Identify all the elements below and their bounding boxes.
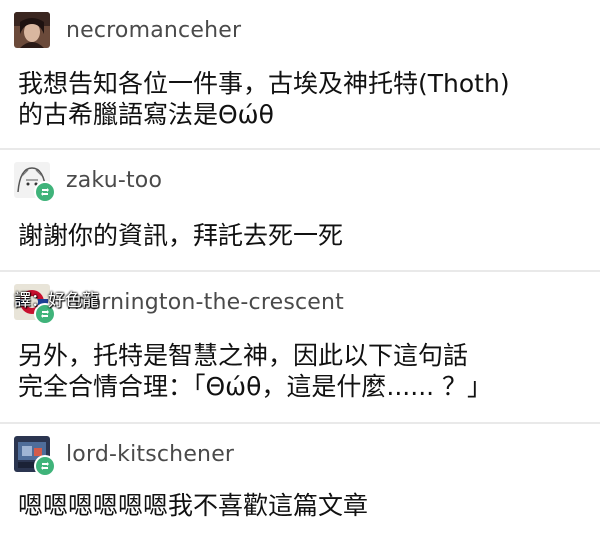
tumblr-thread: necromanceher 我想告知各位一件事，古埃及神托特(Thoth) 的古… xyxy=(0,0,600,538)
post-text: 另外，托特是智慧之神，因此以下這句話 完全合情合理：「Θώθ，這是什麼.....… xyxy=(18,341,493,401)
translator-watermark: 譯：好色龍 xyxy=(14,291,99,311)
post-1: necromanceher 我想告知各位一件事，古埃及神托特(Thoth) 的古… xyxy=(0,0,600,148)
username[interactable]: necromanceher xyxy=(66,18,241,43)
post-2: zaku-too 謝謝你的資訊，拜託去死一死 xyxy=(0,150,600,270)
post-header: zaku-too xyxy=(14,162,162,203)
post-header: necromanceher xyxy=(14,12,241,48)
reblog-icon xyxy=(34,181,56,203)
username[interactable]: lord-kitschener xyxy=(66,442,234,467)
avatar[interactable] xyxy=(14,12,50,48)
post-4: lord-kitschener 嗯嗯嗯嗯嗯嗯我不喜歡這篇文章 xyxy=(0,424,600,538)
username[interactable]: mornington-the-crescent xyxy=(66,290,344,315)
post-text: 嗯嗯嗯嗯嗯嗯我不喜歡這篇文章 xyxy=(18,491,369,520)
post-text: 我想告知各位一件事，古埃及神托特(Thoth) 的古希臘語寫法是Θώθ xyxy=(18,69,510,129)
post-header: lord-kitschener xyxy=(14,436,234,477)
reblog-icon xyxy=(34,455,56,477)
username[interactable]: zaku-too xyxy=(66,168,162,193)
post-text: 謝謝你的資訊，拜託去死一死 xyxy=(18,221,344,250)
avatar[interactable] xyxy=(14,436,56,477)
avatar[interactable] xyxy=(14,162,56,203)
